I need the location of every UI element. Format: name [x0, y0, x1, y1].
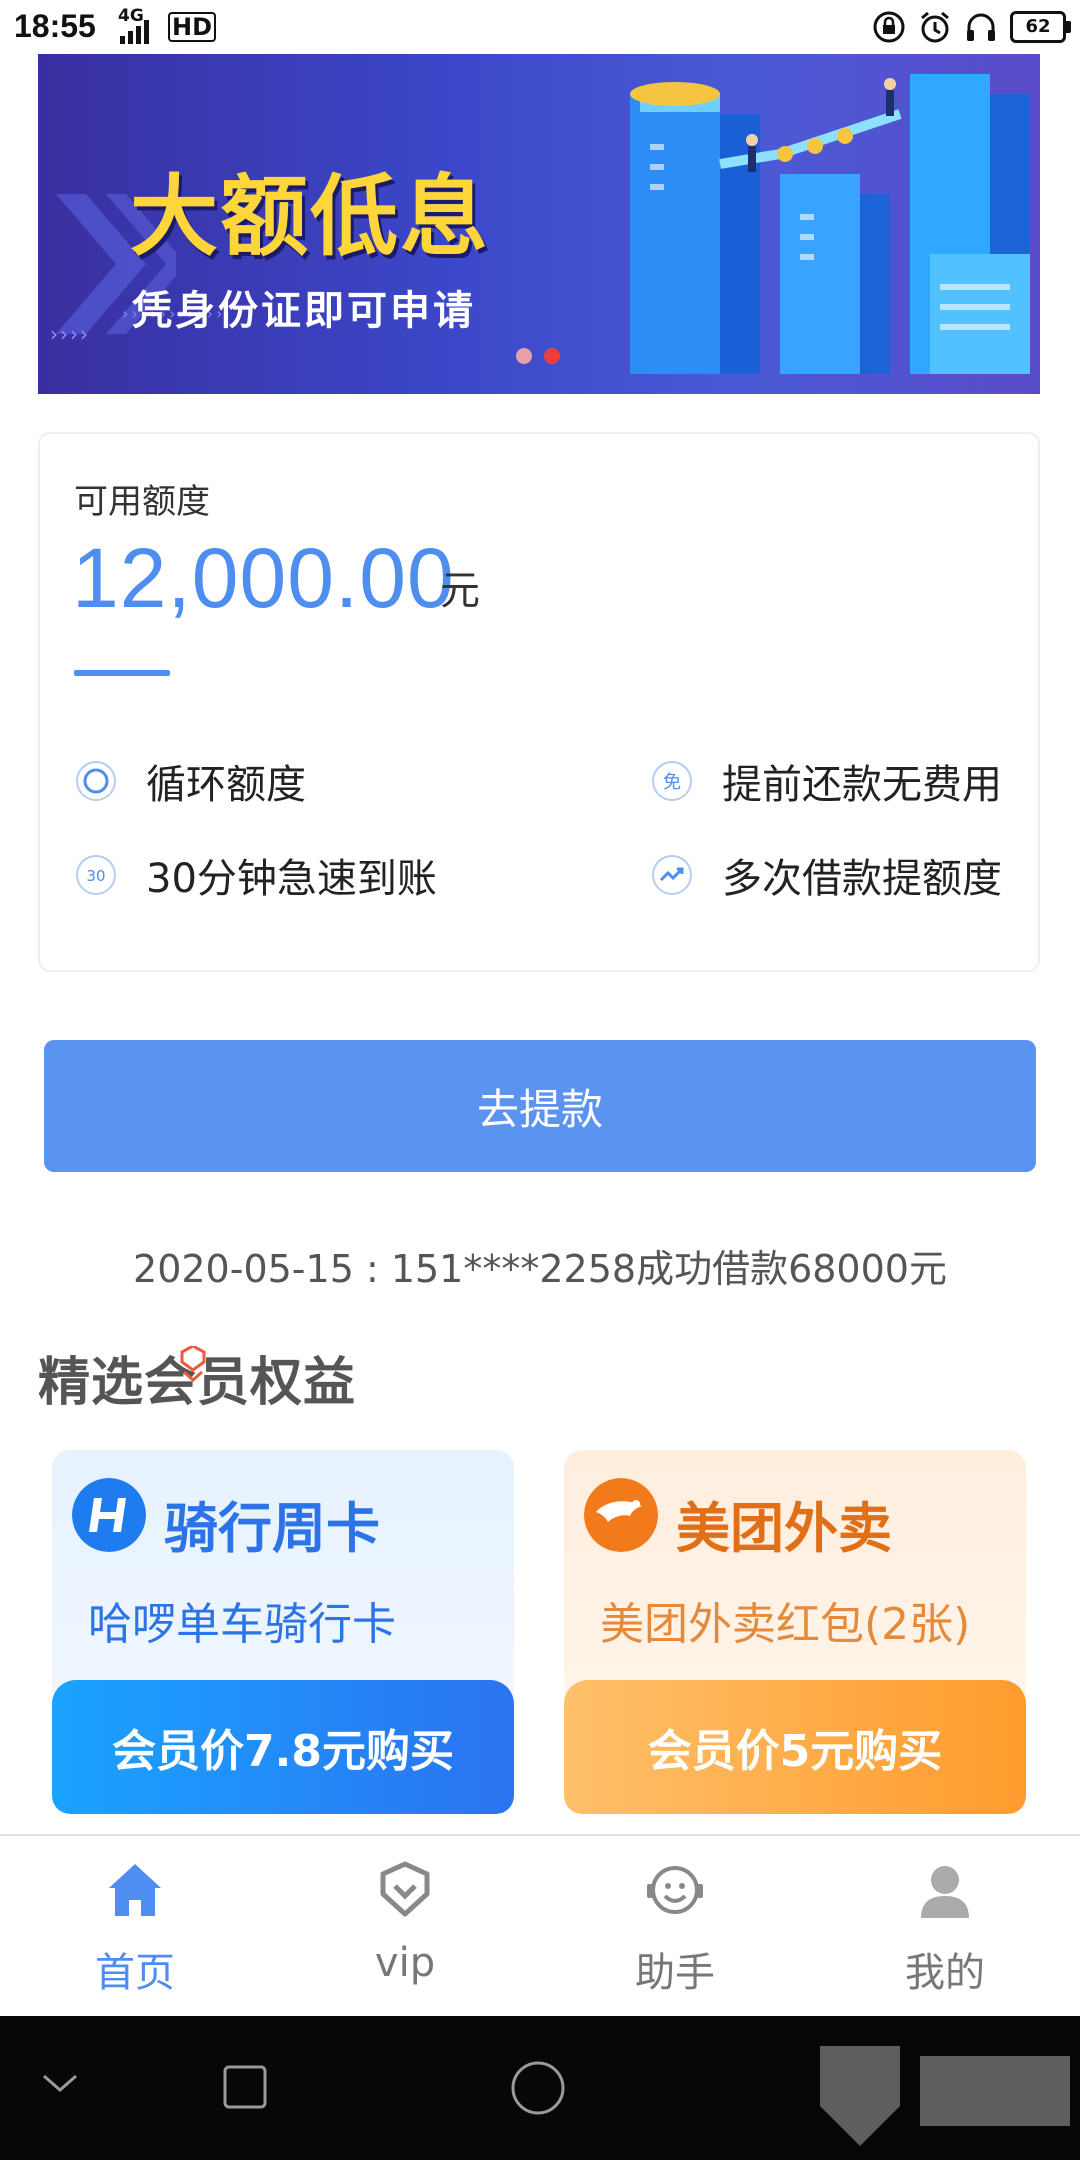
chevron-down-icon[interactable] [40, 2068, 80, 2098]
rotation-lock-icon [873, 11, 905, 43]
arrow-decoration-2: ›››› [50, 322, 90, 346]
cycle-icon [76, 761, 116, 801]
heart-badge-icon [180, 1346, 206, 1383]
feature-text: 30分钟急速到账 [146, 856, 437, 902]
svg-text:免: 免 [663, 772, 681, 793]
banner-subtitle: 凭身份证即可申请 [132, 288, 476, 334]
nav-label: 首页 [95, 1950, 175, 1996]
city-illustration [630, 74, 1030, 374]
carousel-dot-active[interactable] [544, 348, 560, 364]
available-credit-label: 可用额度 [74, 482, 210, 522]
vip-heart-icon [380, 1861, 430, 1917]
free-icon: 免 [652, 761, 692, 801]
nav-label: 助手 [635, 1950, 715, 1996]
amount-underline [74, 670, 170, 676]
nav-vip[interactable]: vip [270, 1836, 540, 2018]
benefit-subtitle: 哈啰单车骑行卡 [88, 1599, 396, 1650]
recent-apps-button[interactable] [222, 2064, 268, 2110]
hd-badge: HD [168, 12, 217, 42]
buy-button[interactable]: 会员价5元购买 [564, 1680, 1026, 1814]
nav-assistant[interactable]: 助手 [540, 1836, 810, 2018]
benefit-subtitle: 美团外卖红包(2张) [600, 1599, 971, 1650]
benefit-card-meituan[interactable]: 美团外卖 美团外卖红包(2张) 会员价5元购买 [564, 1450, 1026, 1814]
nav-label: 我的 [905, 1950, 985, 1996]
status-time: 18:55 [14, 8, 96, 44]
thirty-min-icon: 30 [76, 855, 116, 895]
nav-profile[interactable]: 我的 [810, 1836, 1080, 2018]
carousel-dots [516, 348, 560, 364]
benefit-title: 骑行周卡 [164, 1497, 380, 1560]
svg-text:30: 30 [86, 867, 105, 885]
status-bar: 18:55 4G HD 62 [0, 0, 1080, 54]
feature-item: 免 提前还款无费用 [650, 752, 1002, 810]
home-button[interactable] [510, 2060, 566, 2116]
carousel-dot[interactable] [516, 348, 532, 364]
feature-text: 提前还款无费用 [722, 762, 1002, 808]
feature-text: 循环额度 [146, 762, 306, 808]
feature-text: 多次借款提额度 [722, 856, 1002, 902]
feature-item: 30 30分钟急速到账 [74, 846, 437, 904]
benefit-title: 美团外卖 [676, 1497, 892, 1560]
promo-banner[interactable]: ››››››››››› ›››› 大额低息 凭身份证即可申请 [38, 54, 1040, 394]
credit-card: 可用额度 12,000.00 元 循环额度 免 提前还款无费用 30 30分钟急… [38, 432, 1040, 972]
battery-indicator: 62 [1010, 11, 1071, 43]
withdraw-button[interactable]: 去提款 [44, 1040, 1036, 1172]
nav-home[interactable]: 首页 [0, 1836, 270, 2018]
benefit-card-hellobike[interactable]: 骑行周卡 哈啰单车骑行卡 会员价7.8元购买 [52, 1450, 514, 1814]
growth-icon [652, 855, 692, 895]
signal-icon [120, 20, 149, 44]
assistant-icon [647, 1866, 703, 1914]
loan-notice-ticker: 2020-05-15 : 151****2258成功借款68000元 [133, 1247, 947, 1291]
watermark-logo-icon [820, 2046, 1070, 2146]
meituan-kangaroo-icon [584, 1478, 658, 1552]
feature-item: 多次借款提额度 [650, 846, 1002, 904]
profile-icon [921, 1866, 969, 1918]
banner-title: 大额低息 [130, 165, 491, 268]
nav-label: vip [374, 1940, 436, 1986]
bottom-navigation: 首页 vip 助手 我的 [0, 1834, 1080, 2018]
home-icon [109, 1864, 161, 1916]
currency-unit: 元 [440, 568, 480, 614]
buy-button[interactable]: 会员价7.8元购买 [52, 1680, 514, 1814]
feature-item: 循环额度 [74, 752, 306, 810]
alarm-icon [921, 11, 949, 43]
available-credit-amount: 12,000.00 [72, 531, 455, 625]
hellobike-logo-icon [72, 1478, 146, 1552]
headphones-icon [967, 13, 995, 41]
